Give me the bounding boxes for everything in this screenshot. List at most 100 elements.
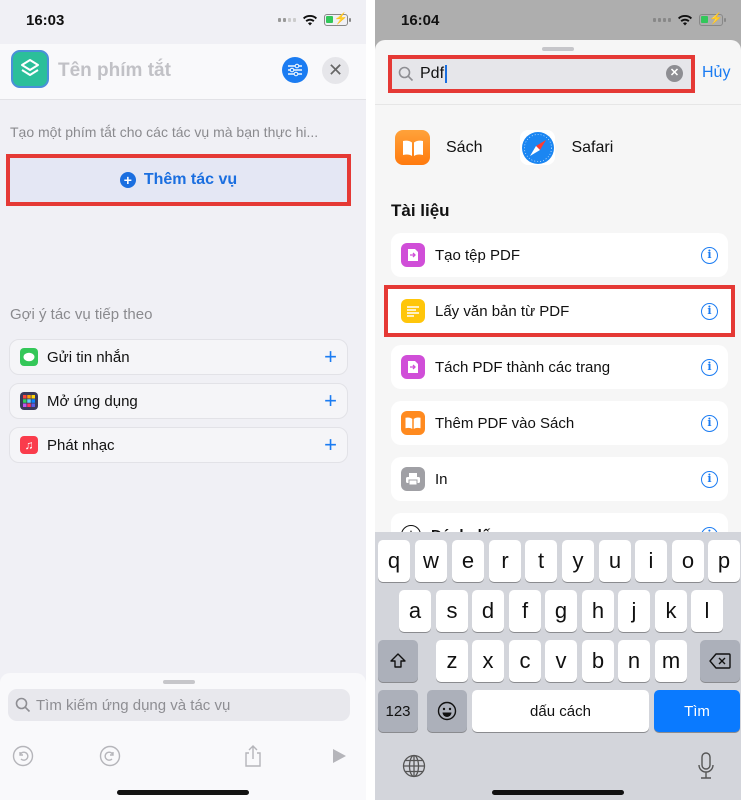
key-q[interactable]: q	[378, 540, 410, 582]
numbers-key[interactable]: 123	[378, 690, 418, 732]
action-make-pdf[interactable]: Tạo tệp PDF i	[391, 233, 728, 277]
undo-icon	[12, 745, 34, 767]
space-key[interactable]: dấu cách	[472, 690, 649, 732]
backspace-key[interactable]	[700, 640, 740, 682]
text-caret	[445, 64, 448, 83]
undo-button[interactable]	[12, 745, 34, 767]
key-b[interactable]: b	[582, 640, 614, 682]
key-u[interactable]: u	[599, 540, 631, 582]
key-s[interactable]: s	[436, 590, 468, 632]
close-button[interactable]: ✕	[322, 57, 349, 84]
add-icon[interactable]: +	[324, 434, 337, 456]
key-r[interactable]: r	[489, 540, 521, 582]
sheet-grabber[interactable]	[542, 47, 574, 51]
key-g[interactable]: g	[545, 590, 577, 632]
suggestion-label: Mở ứng dụng	[47, 392, 138, 410]
globe-button[interactable]	[402, 754, 426, 783]
wifi-icon	[303, 14, 317, 26]
add-icon[interactable]: +	[324, 390, 337, 412]
status-time: 16:03	[26, 12, 65, 29]
play-icon	[333, 749, 346, 763]
emoji-key[interactable]	[427, 690, 467, 732]
key-o[interactable]: o	[672, 540, 704, 582]
text-lines-icon	[401, 299, 425, 323]
shortcut-name-input[interactable]: Tên phím tắt	[58, 60, 171, 82]
status-time: 16:04	[401, 12, 440, 29]
editor-toolbar	[0, 735, 366, 785]
plus-circle-icon: +	[119, 172, 136, 188]
key-f[interactable]: f	[509, 590, 541, 632]
microphone-icon	[698, 752, 714, 779]
suggestion-open-app[interactable]: Mở ứng dụng +	[9, 383, 348, 419]
home-indicator	[117, 790, 249, 795]
info-icon[interactable]: i	[701, 470, 718, 488]
suggestion-play-music[interactable]: ♫ Phát nhạc +	[9, 427, 348, 463]
search-field[interactable]: Pdf ✕	[388, 55, 695, 93]
keyboard-row-2: a s d f g h j k l	[375, 590, 741, 632]
clear-search-button[interactable]: ✕	[666, 65, 683, 82]
action-print[interactable]: In i	[391, 457, 728, 501]
key-k[interactable]: k	[655, 590, 687, 632]
key-w[interactable]: w	[415, 540, 447, 582]
search-actions-screen: 16:04 ⚡ Pdf ✕ Hủy Sách Safari Tài liệu T…	[375, 0, 741, 800]
key-z[interactable]: z	[436, 640, 468, 682]
key-p[interactable]: p	[708, 540, 740, 582]
backspace-icon	[709, 653, 731, 669]
books-icon	[395, 130, 430, 165]
shortcut-description: Tạo một phím tắt cho các tác vụ mà bạn t…	[10, 124, 319, 140]
sheet-grabber[interactable]	[163, 680, 195, 684]
key-n[interactable]: n	[618, 640, 650, 682]
add-action-button[interactable]: + Thêm tác vụ	[6, 154, 351, 206]
add-icon[interactable]: +	[324, 346, 337, 368]
add-action-label: Thêm tác vụ	[143, 171, 238, 188]
info-icon[interactable]: i	[701, 358, 718, 376]
messages-icon	[20, 348, 38, 366]
key-h[interactable]: h	[582, 590, 614, 632]
shift-icon	[390, 653, 406, 668]
sliders-icon	[288, 63, 302, 77]
key-a[interactable]: a	[399, 590, 431, 632]
search-key[interactable]: Tìm	[654, 690, 740, 732]
books-icon	[401, 411, 425, 435]
app-action-search-field[interactable]: Tìm kiếm ứng dụng và tác vụ	[8, 689, 350, 721]
cancel-button[interactable]: Hủy	[702, 64, 730, 82]
key-d[interactable]: d	[472, 590, 504, 632]
action-get-text-from-pdf[interactable]: Lấy văn bản từ PDF i	[384, 285, 735, 337]
action-label: Thêm PDF vào Sách	[435, 414, 575, 432]
suggestion-label: Gửi tin nhắn	[47, 348, 130, 366]
keyboard-row-4: 123 dấu cách Tìm	[375, 690, 741, 732]
shift-key[interactable]	[378, 640, 418, 682]
key-y[interactable]: y	[562, 540, 594, 582]
key-m[interactable]: m	[655, 640, 687, 682]
settings-button[interactable]	[282, 57, 308, 83]
shortcuts-layers-icon[interactable]	[11, 50, 49, 88]
info-icon[interactable]: i	[701, 302, 718, 320]
app-safari[interactable]: Safari	[520, 130, 613, 165]
key-t[interactable]: t	[525, 540, 557, 582]
key-j[interactable]: j	[618, 590, 650, 632]
action-split-pdf[interactable]: Tách PDF thành các trang i	[391, 345, 728, 389]
shortcut-header: Tên phím tắt ✕	[0, 44, 366, 100]
redo-button[interactable]	[99, 745, 121, 767]
dictation-button[interactable]	[697, 752, 715, 785]
suggestion-send-message[interactable]: Gửi tin nhắn +	[9, 339, 348, 375]
app-books[interactable]: Sách	[395, 130, 482, 165]
app-results: Sách Safari	[395, 130, 651, 165]
app-grid-icon	[20, 392, 38, 410]
key-x[interactable]: x	[472, 640, 504, 682]
action-add-pdf-to-books[interactable]: Thêm PDF vào Sách i	[391, 401, 728, 445]
app-label: Safari	[571, 138, 614, 156]
info-icon[interactable]: i	[701, 414, 718, 432]
safari-compass-icon	[520, 130, 556, 165]
key-l[interactable]: l	[691, 590, 723, 632]
info-icon[interactable]: i	[701, 246, 718, 264]
suggestions-title: Gợi ý tác vụ tiếp theo	[10, 306, 153, 323]
key-v[interactable]: v	[545, 640, 577, 682]
key-c[interactable]: c	[509, 640, 541, 682]
key-e[interactable]: e	[452, 540, 484, 582]
pdf-file-icon	[401, 243, 425, 267]
run-button[interactable]	[328, 745, 350, 767]
key-i[interactable]: i	[635, 540, 667, 582]
share-button[interactable]	[242, 745, 264, 767]
keyboard: q w e r t y u i o p a s d f g h j k l z …	[375, 532, 741, 800]
